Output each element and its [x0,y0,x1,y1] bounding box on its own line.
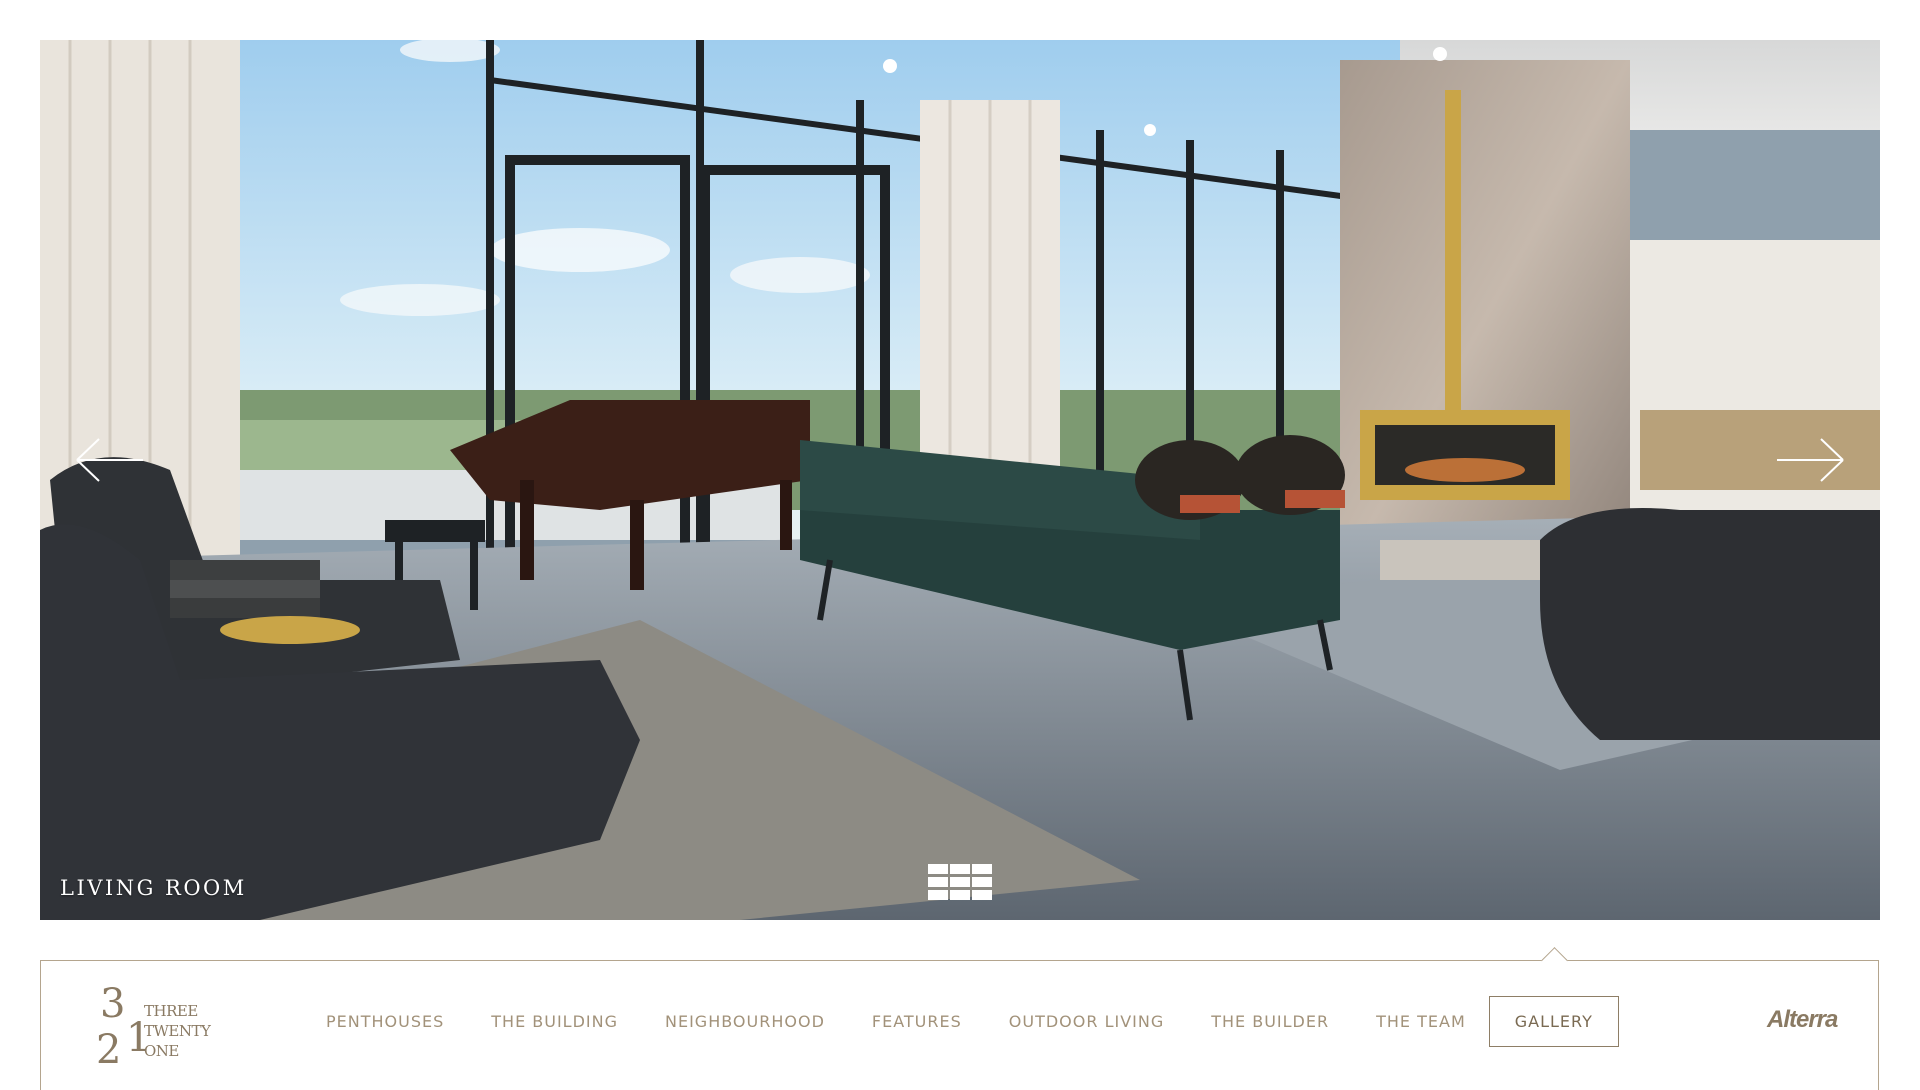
arrow-left-icon [76,438,143,482]
svg-text:2: 2 [96,1027,121,1069]
nav-item-the-building[interactable]: THE BUILDING [491,1012,618,1031]
nav-item-outdoor-living[interactable]: OUTDOOR LIVING [1009,1012,1164,1031]
logo-numerals: 3 2 1 [96,981,146,1069]
grid-view-button[interactable] [928,864,992,900]
svg-text:3: 3 [100,981,125,1027]
nav-item-features[interactable]: FEATURES [872,1012,962,1031]
main-navigation: 3 2 1 THREE TWENTY ONE PENTHOUSES THE BU… [40,947,1879,1090]
logo-text: THREE TWENTY ONE [144,1002,211,1060]
svg-text:1: 1 [126,1015,146,1061]
gallery-image [40,40,1880,920]
nav-menu: PENTHOUSES THE BUILDING NEIGHBOURHOOD FE… [326,961,1666,1081]
previous-slide-button[interactable] [75,435,145,485]
gallery-slider[interactable]: LIVING ROOM [40,40,1880,920]
next-slide-button[interactable] [1775,435,1845,485]
nav-item-the-team[interactable]: THE TEAM [1376,1012,1466,1031]
nav-item-gallery[interactable]: GALLERY [1488,995,1619,1047]
nav-item-penthouses[interactable]: PENTHOUSES [326,1012,444,1031]
builder-logo[interactable]: Alterra [1767,1006,1838,1034]
nav-item-the-builder[interactable]: THE BUILDER [1211,1012,1329,1031]
slide-caption: LIVING ROOM [60,876,247,900]
site-logo[interactable]: 3 2 1 THREE TWENTY ONE [96,979,216,1069]
nav-item-neighbourhood[interactable]: NEIGHBOURHOOD [665,1012,825,1031]
grid-icon [928,864,992,900]
arrow-right-icon [1777,438,1844,482]
